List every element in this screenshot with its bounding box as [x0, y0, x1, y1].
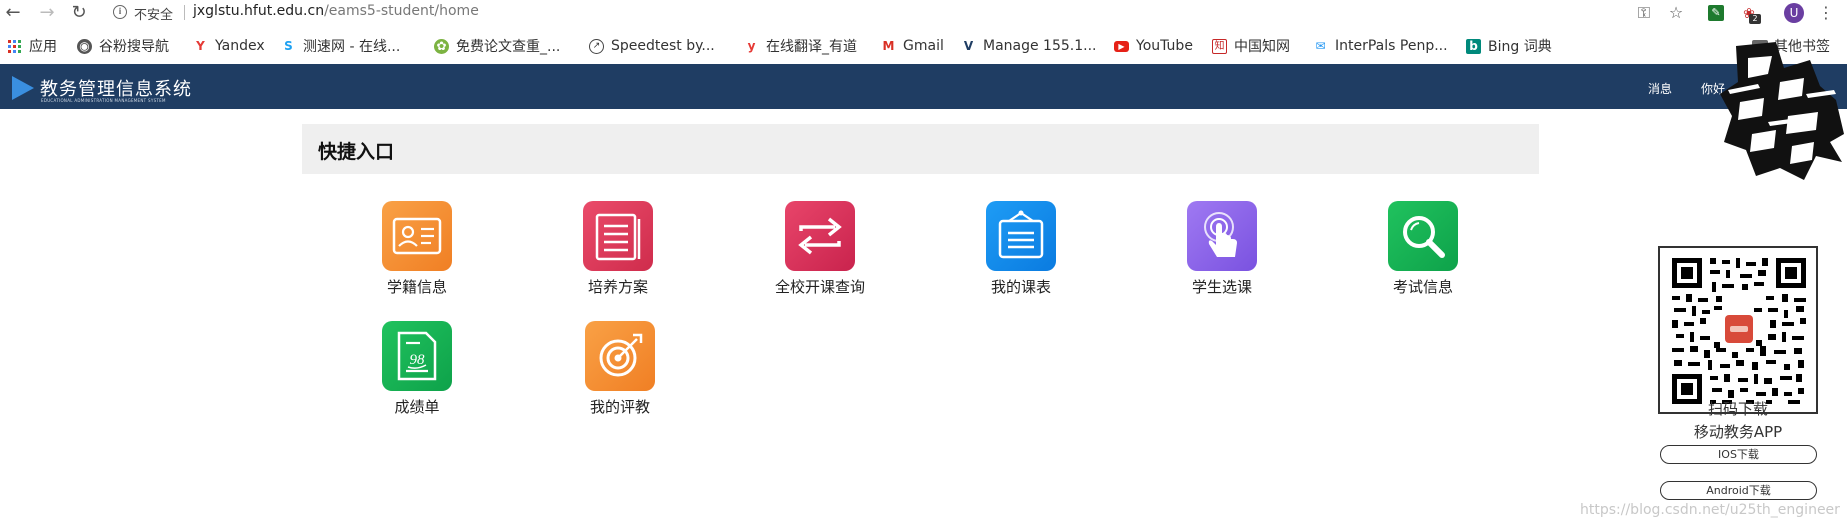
app-subtitle: EDUCATIONAL ADMINISTRATION MANAGEMENT SY… [41, 98, 166, 103]
profile-avatar[interactable]: U [1784, 3, 1804, 23]
decorative-stamp-icon [1720, 42, 1844, 180]
ios-download-button[interactable]: IOS下载 [1660, 445, 1817, 464]
v-icon: V [963, 38, 974, 53]
qr-code-icon [1670, 256, 1808, 406]
tile-label: 考试信息 [1392, 278, 1453, 296]
bookmark-item[interactable]: V Manage 155.1... [961, 36, 1097, 56]
bookmark-item[interactable]: y 在线翻译_有道 [744, 36, 857, 56]
tile-my-timetable[interactable]: 我的课表 [951, 201, 1091, 311]
url-separator [184, 5, 185, 20]
gmail-icon: M [882, 38, 895, 53]
bookmark-item[interactable]: S 测速网 - 在线... [281, 36, 400, 56]
bookmark-item[interactable]: b Bing 词典 [1466, 36, 1552, 56]
bookmark-item[interactable]: M Gmail [881, 36, 944, 56]
tile-teaching-evaluation[interactable]: 我的评教 [550, 321, 690, 431]
forward-arrow-icon[interactable]: → [36, 2, 58, 24]
cnki-icon: 知 [1212, 38, 1227, 54]
logo-play-icon [12, 76, 34, 100]
site-info-icon[interactable]: i [113, 5, 127, 19]
bookmark-star-icon[interactable]: ☆ [1666, 2, 1686, 24]
globe-icon: ◉ [77, 38, 92, 54]
address-bar[interactable]: jxglstu.hfut.edu.cn/eams5-student/home [193, 3, 479, 19]
url-host: jxglstu.hfut.edu.cn [193, 3, 325, 19]
back-arrow-icon[interactable]: ← [2, 2, 24, 24]
bookmark-item[interactable]: ✿ 免费论文查重_... [434, 36, 560, 56]
tile-training-plan[interactable]: 培养方案 [548, 201, 688, 311]
tile-label: 我的课表 [990, 278, 1051, 296]
insecure-label[interactable]: 不安全 [134, 4, 173, 23]
key-icon[interactable]: ⚿ [1634, 2, 1654, 24]
quick-entry-title: 快捷入口 [318, 141, 395, 163]
gauge-icon: ↗ [589, 38, 604, 54]
app-header [0, 64, 1847, 109]
messages-link[interactable]: 消息 [1648, 80, 1672, 97]
tap-finger-icon [1187, 201, 1257, 271]
tile-label: 我的评教 [589, 398, 650, 416]
svg-text:98: 98 [410, 352, 426, 368]
bookmark-item[interactable]: ◉ 谷粉搜导航 [77, 36, 169, 56]
tile-course-selection[interactable]: 学生选课 [1152, 201, 1292, 311]
tile-label: 全校开课查询 [774, 278, 865, 296]
bookmark-apps[interactable]: 应用 [8, 36, 57, 56]
qr-app-label: 移动教务APP [1693, 423, 1783, 441]
tile-label: 培养方案 [587, 278, 648, 296]
speed-icon: S [284, 38, 293, 53]
bookmark-item[interactable]: Y Yandex [193, 36, 264, 56]
yandex-icon: Y [196, 38, 205, 53]
paper-icon: ✿ [434, 38, 449, 54]
reload-icon[interactable]: ↻ [68, 2, 90, 24]
swap-arrows-icon [785, 201, 855, 271]
bookmark-item[interactable]: ✉ InterPals Penp... [1313, 36, 1447, 56]
qr-scan-label: 扫码下载 [1707, 400, 1768, 418]
score-sheet-icon: 98 [382, 321, 452, 391]
bookmark-item[interactable]: 知 中国知网 [1212, 36, 1290, 56]
tile-label: 学生选课 [1191, 278, 1252, 296]
url-path: /eams5-student/home [324, 3, 479, 19]
tile-label: 学籍信息 [386, 278, 447, 296]
extension-badge: 2 [1749, 14, 1761, 24]
tile-course-search[interactable]: 全校开课查询 [750, 201, 890, 311]
magnifier-icon [1388, 201, 1458, 271]
menu-dots-icon[interactable]: ⋮ [1818, 2, 1834, 24]
browser-toolbar: ← → ↻ i 不安全 jxglstu.hfut.edu.cn/eams5-st… [0, 0, 1847, 26]
document-icon [583, 201, 653, 271]
youtube-icon: ▶ [1114, 40, 1129, 52]
bookmark-item[interactable]: ▶ YouTube [1114, 36, 1193, 56]
android-download-button[interactable]: Android下载 [1660, 481, 1817, 500]
extension-icon[interactable]: ✎ [1708, 5, 1724, 21]
apps-grid-icon [8, 39, 21, 53]
target-icon [585, 321, 655, 391]
bing-icon: b [1466, 38, 1481, 54]
tile-transcript[interactable]: 98 成绩单 [347, 321, 487, 431]
bookmarks-bar: 应用 ◉ 谷粉搜导航 Y Yandex S 测速网 - 在线... ✿ 免费论文… [0, 30, 1847, 60]
quick-entry-header: 快捷入口 [302, 124, 1539, 174]
tile-label: 成绩单 [394, 398, 440, 416]
notice-board-icon [986, 201, 1056, 271]
tile-student-status[interactable]: 学籍信息 [347, 201, 487, 311]
bookmark-item[interactable]: ↗ Speedtest by... [589, 36, 715, 56]
mail-icon: ✉ [1315, 38, 1326, 53]
watermark-text: https://blog.csdn.net/u25th_engineer [1580, 502, 1840, 518]
tile-exam-info[interactable]: 考试信息 [1353, 201, 1493, 311]
qr-code-box [1658, 246, 1818, 414]
id-card-icon [382, 201, 452, 271]
youdao-icon: y [747, 38, 756, 53]
